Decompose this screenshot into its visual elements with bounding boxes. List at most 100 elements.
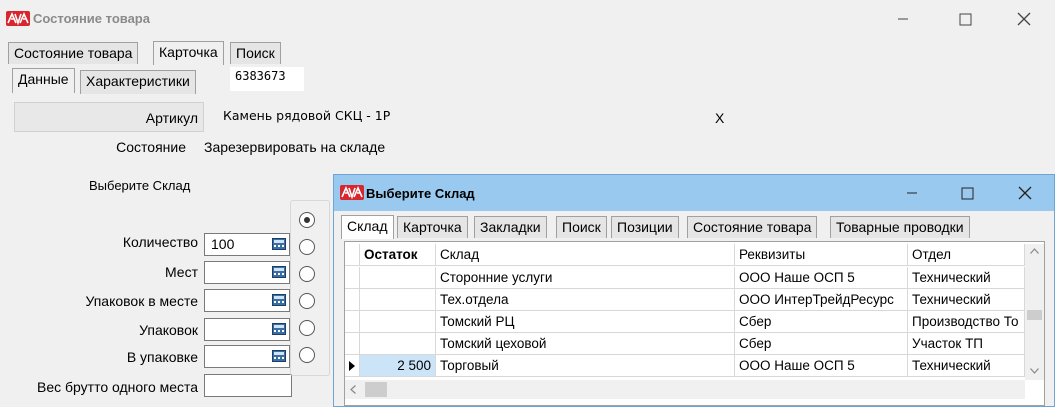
calculator-icon[interactable] <box>272 266 286 278</box>
dlg-tab-positions[interactable]: Позиции <box>611 216 679 238</box>
vertical-scrollbar[interactable] <box>1025 244 1044 380</box>
article-label: Артикул <box>145 110 198 126</box>
radio-option-1[interactable] <box>299 212 315 228</box>
cell-rest[interactable] <box>360 289 436 311</box>
col-dept-header[interactable]: Отдел <box>908 244 1025 266</box>
maximize-button[interactable] <box>942 0 988 38</box>
dialog-titlebar: Выберите Склад <box>334 175 1054 211</box>
places-label: Мест <box>164 264 198 280</box>
cell-requisites[interactable]: ООО ИнтерТрейдРесурс <box>735 289 908 311</box>
choose-warehouse-label: Выберите Склад <box>89 178 191 193</box>
row-indicator-header <box>345 244 360 266</box>
close-button[interactable] <box>1001 0 1047 38</box>
subtab-characteristics[interactable]: Характеристики <box>80 70 196 94</box>
article-value: Камень рядовой СКЦ - 1Р <box>223 108 391 123</box>
cell-dept[interactable]: Технический <box>908 267 1025 289</box>
dlg-tab-card[interactable]: Карточка <box>397 216 468 238</box>
cell-requisites[interactable]: ООО Наше ОСП 5 <box>735 267 908 289</box>
cell-dept[interactable]: Технический <box>908 289 1025 311</box>
packs-per-place-input[interactable] <box>204 289 290 312</box>
cell-dept[interactable]: Участок ТП <box>908 333 1025 355</box>
cell-rest[interactable] <box>360 333 436 355</box>
dialog-maximize-button[interactable] <box>944 175 990 211</box>
item-code: 6383673 <box>230 67 304 91</box>
dlg-tab-transactions[interactable]: Товарные проводки <box>830 216 970 238</box>
gross-weight-input[interactable] <box>204 374 292 397</box>
calculator-icon[interactable] <box>272 323 286 335</box>
table-row[interactable]: Тех.отдела ООО ИнтерТрейдРесурс Техничес… <box>345 289 1025 311</box>
table-row-selected[interactable]: 2 500 Торговый ООО Наше ОСП 5 Технически… <box>345 355 1025 377</box>
table-row[interactable]: Сторонние услуги ООО Наше ОСП 5 Техничес… <box>345 267 1025 289</box>
scroll-up-icon[interactable] <box>1030 248 1039 254</box>
radio-option-3[interactable] <box>299 266 315 282</box>
cell-rest[interactable] <box>360 311 436 333</box>
tab-label: Данные <box>18 71 69 87</box>
tab-label: Поиск <box>236 45 275 61</box>
window-title: Состояние товара <box>33 11 150 26</box>
cell-rest[interactable]: 2 500 <box>360 355 436 377</box>
tab-label: Товарные проводки <box>836 219 964 235</box>
tab-search[interactable]: Поиск <box>230 42 281 64</box>
scroll-left-icon[interactable] <box>350 385 356 394</box>
tab-label: Поиск <box>562 219 601 235</box>
col-requisites-header[interactable]: Реквизиты <box>735 244 908 266</box>
cell-dept[interactable]: Технический <box>908 355 1025 377</box>
scroll-thumb[interactable] <box>1027 310 1042 320</box>
tab-card[interactable]: Карточка <box>153 41 224 65</box>
cell-warehouse[interactable]: Томский цеховой <box>436 333 735 355</box>
warehouse-dialog: Выберите Склад Склад Карточка Закладки П… <box>333 174 1055 407</box>
table-row[interactable]: Томский РЦ Сбер Производство То <box>345 311 1025 333</box>
tab-label: Характеристики <box>86 73 190 89</box>
in-pack-input[interactable] <box>204 345 290 368</box>
tab-item-state[interactable]: Состояние товара <box>8 42 139 64</box>
app-logo-icon <box>340 185 364 200</box>
cell-warehouse[interactable]: Томский РЦ <box>436 311 735 333</box>
calculator-icon[interactable] <box>272 238 286 250</box>
main-titlebar: Состояние товара <box>0 0 1055 38</box>
minimize-button[interactable] <box>880 0 926 38</box>
qty-input[interactable]: 100 <box>204 233 290 256</box>
calculator-icon[interactable] <box>272 294 286 306</box>
h-scroll-thumb[interactable] <box>365 382 387 397</box>
gross-weight-label: Вес брутто одного места <box>37 379 199 395</box>
grid-header: Остаток Склад Реквизиты Отдел <box>345 244 1025 266</box>
horizontal-scrollbar[interactable] <box>345 380 1025 399</box>
tab-label: Позиции <box>617 219 673 235</box>
dlg-tab-bookmarks[interactable]: Закладки <box>474 216 547 238</box>
cell-rest[interactable] <box>360 267 436 289</box>
subtab-data[interactable]: Данные <box>12 68 75 93</box>
app-logo-icon <box>6 11 30 26</box>
tab-label: Склад <box>347 218 388 234</box>
scroll-down-icon[interactable] <box>1030 368 1039 374</box>
state-value: Зарезервировать на складе <box>204 139 386 155</box>
col-rest-header[interactable]: Остаток <box>360 244 436 266</box>
row-indicator <box>345 267 360 289</box>
cell-requisites[interactable]: ООО Наше ОСП 5 <box>735 355 908 377</box>
article-label-box: Артикул <box>14 102 204 132</box>
cell-warehouse[interactable]: Тех.отдела <box>436 289 735 311</box>
dlg-tab-item-state[interactable]: Состояние товара <box>687 216 818 238</box>
radio-option-5[interactable] <box>299 320 315 336</box>
state-label: Состояние <box>116 139 186 155</box>
cell-requisites[interactable]: Сбер <box>735 311 908 333</box>
places-input[interactable] <box>204 261 290 284</box>
row-indicator <box>345 333 360 355</box>
dialog-title: Выберите Склад <box>366 186 475 201</box>
dlg-tab-search[interactable]: Поиск <box>556 216 607 238</box>
radio-option-6[interactable] <box>299 347 315 363</box>
dlg-tab-warehouse[interactable]: Склад <box>341 215 394 239</box>
cell-dept[interactable]: Производство То <box>908 311 1025 333</box>
calculator-icon[interactable] <box>272 350 286 362</box>
cell-requisites[interactable]: Сбер <box>735 333 908 355</box>
tab-label: Закладки <box>480 219 541 235</box>
col-warehouse-header[interactable]: Склад <box>436 244 735 266</box>
article-clear[interactable]: X <box>715 110 724 126</box>
cell-warehouse[interactable]: Сторонние услуги <box>436 267 735 289</box>
radio-option-4[interactable] <box>299 293 315 309</box>
radio-option-2[interactable] <box>299 239 315 255</box>
dialog-close-button[interactable] <box>1002 175 1048 211</box>
cell-warehouse[interactable]: Торговый <box>436 355 735 377</box>
table-row[interactable]: Томский цеховой Сбер Участок ТП <box>345 333 1025 355</box>
dialog-minimize-button[interactable] <box>889 175 935 211</box>
packs-input[interactable] <box>204 318 290 341</box>
